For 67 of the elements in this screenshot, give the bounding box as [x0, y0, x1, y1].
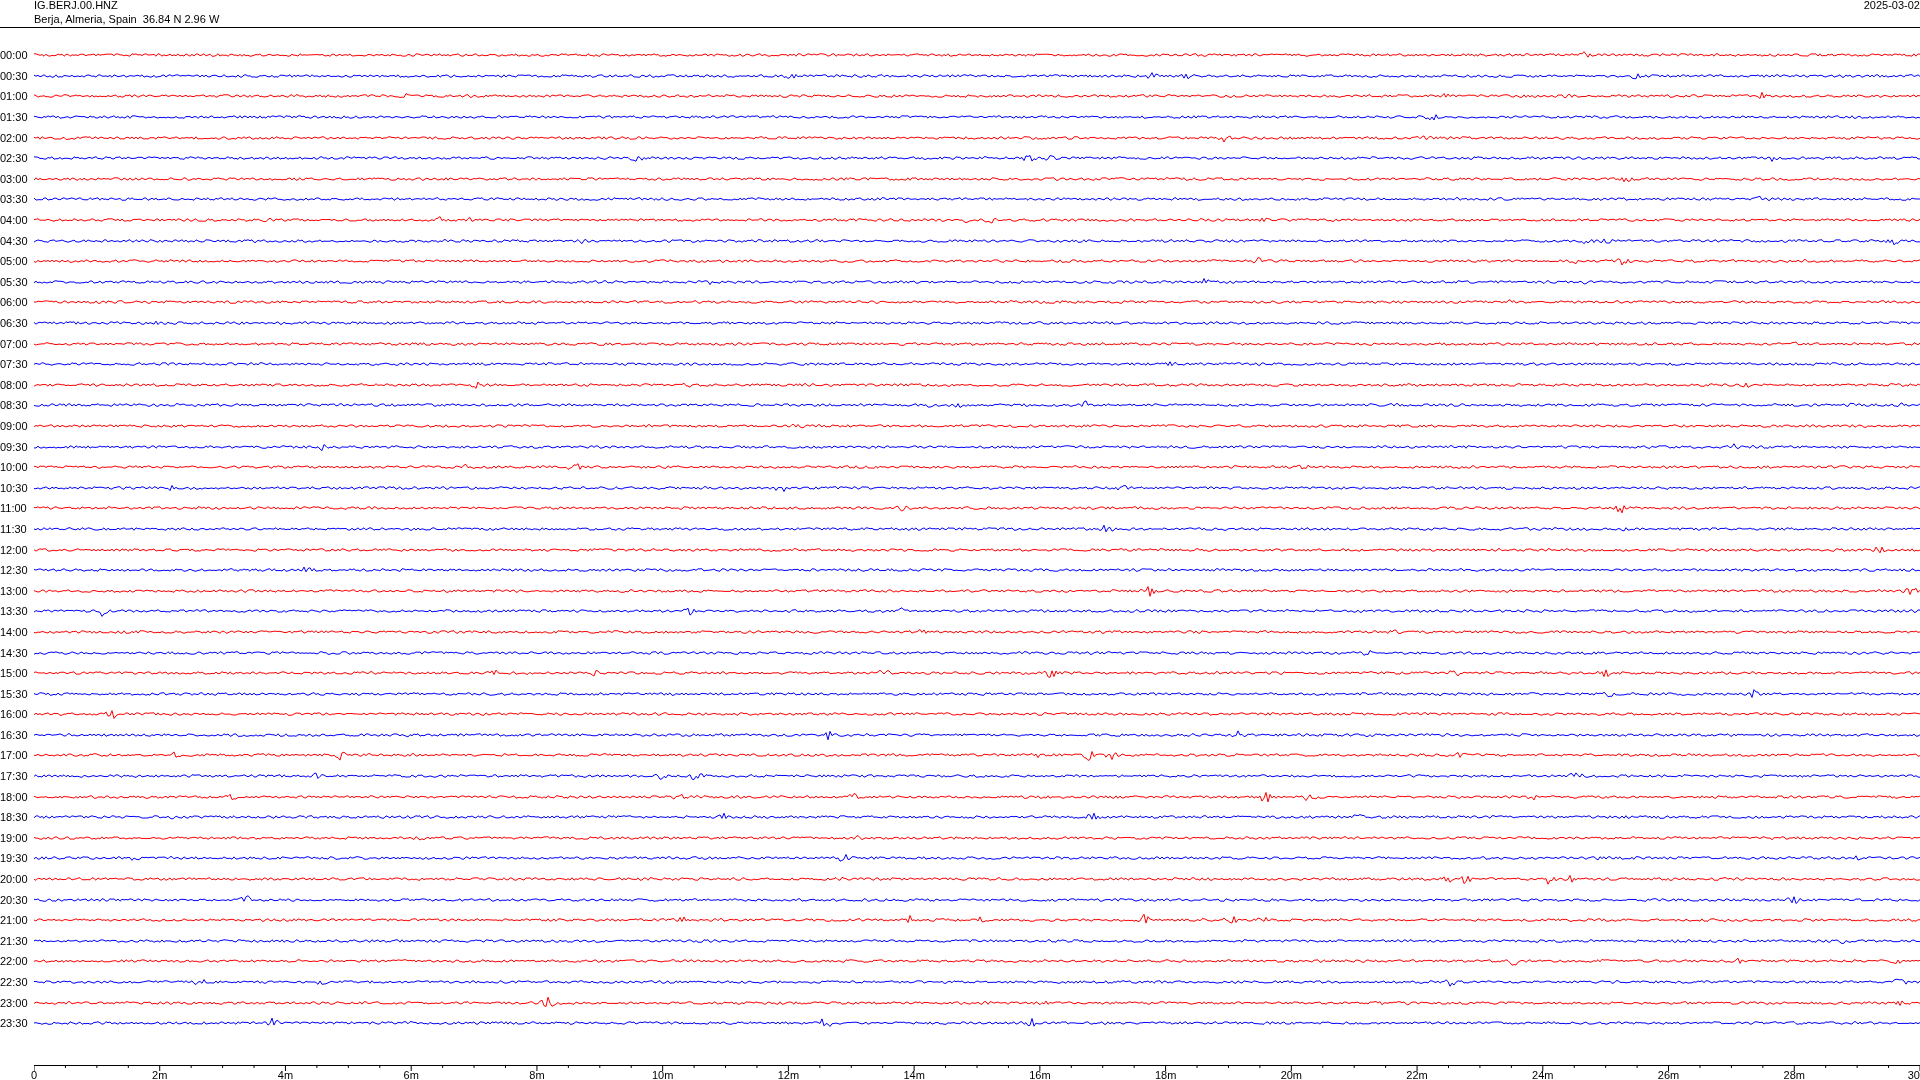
axis-tick-label: 8m	[529, 1069, 545, 1080]
time-label: 12:30	[0, 564, 29, 577]
axis-tick-label: 6m	[403, 1069, 419, 1080]
time-label: 13:00	[0, 584, 29, 597]
axis-tick-label: 14m	[903, 1069, 925, 1080]
time-label: 10:30	[0, 481, 29, 494]
time-label: 07:00	[0, 337, 29, 350]
time-label: 22:00	[0, 955, 29, 968]
station-code: IG.BERJ.00.HNZ	[34, 0, 119, 12]
time-label: 14:30	[0, 646, 29, 659]
time-label: 17:00	[0, 749, 29, 762]
time-label: 14:00	[0, 625, 29, 638]
time-label: 21:00	[0, 914, 29, 927]
time-label: 01:00	[0, 90, 29, 103]
time-label: 21:30	[0, 934, 29, 947]
time-label: 23:00	[0, 996, 29, 1009]
time-label: 15:00	[0, 667, 29, 680]
time-label: 10:00	[0, 461, 29, 474]
time-label: 08:00	[0, 378, 29, 391]
time-label: 00:00	[0, 49, 29, 62]
axis-tick-label: 0	[31, 1069, 38, 1080]
time-label: 19:00	[0, 831, 29, 844]
time-label: 22:30	[0, 976, 29, 988]
time-label: 16:00	[0, 708, 29, 721]
axis-tick-label: 2m	[152, 1069, 168, 1080]
axis-tick-label: 12m	[777, 1069, 800, 1080]
time-label: 06:00	[0, 296, 29, 309]
axis-tick-label: 4m	[277, 1069, 294, 1080]
axis-tick-label: 24m	[1532, 1069, 1554, 1080]
station-location: Berja, Almeria, Spain 36.84 N 2.96 W	[34, 12, 220, 26]
time-label: 06:30	[0, 317, 29, 329]
axis-tick-label: 20m	[1280, 1069, 1303, 1080]
time-label: 11:00	[0, 502, 28, 515]
time-label: 05:30	[0, 275, 29, 288]
time-label: 03:00	[0, 172, 29, 185]
time-label: 01:30	[0, 111, 29, 124]
axis-tick-label: 26m	[1657, 1069, 1680, 1080]
time-label: 15:30	[0, 687, 29, 700]
axis-tick-label: 30	[1907, 1069, 1920, 1080]
time-label: 12:00	[0, 543, 29, 556]
time-label: 20:30	[0, 893, 29, 906]
time-label: 04:30	[0, 234, 29, 247]
time-label: 05:00	[0, 255, 29, 268]
time-label: 16:30	[0, 728, 29, 741]
time-label: 08:30	[0, 399, 29, 412]
plot-date: 2025-03-02	[1863, 0, 1920, 13]
time-label: 11:30	[0, 522, 28, 535]
time-label: 07:30	[0, 358, 29, 371]
axis-tick-label: 16m	[1029, 1069, 1051, 1080]
time-label: 02:00	[0, 131, 29, 144]
time-label: 02:30	[0, 152, 29, 165]
time-label: 18:00	[0, 790, 29, 803]
axis-tick-label: 22m	[1406, 1069, 1428, 1080]
axis-tick-label: 10m	[651, 1069, 674, 1080]
time-label: 09:00	[0, 420, 29, 432]
time-label: 03:30	[0, 193, 29, 206]
time-label: 23:30	[0, 1017, 29, 1030]
time-label: 00:30	[0, 69, 29, 82]
time-label: 04:00	[0, 214, 29, 227]
time-label: 19:30	[0, 852, 29, 865]
axis-tick-label: 28m	[1783, 1069, 1805, 1080]
axis-tick-label: 18m	[1154, 1069, 1177, 1080]
time-label: 09:30	[0, 440, 29, 453]
time-label: 18:30	[0, 811, 29, 824]
time-label: 20:00	[0, 873, 29, 886]
time-label: 13:30	[0, 605, 29, 618]
time-label: 17:30	[0, 770, 29, 783]
